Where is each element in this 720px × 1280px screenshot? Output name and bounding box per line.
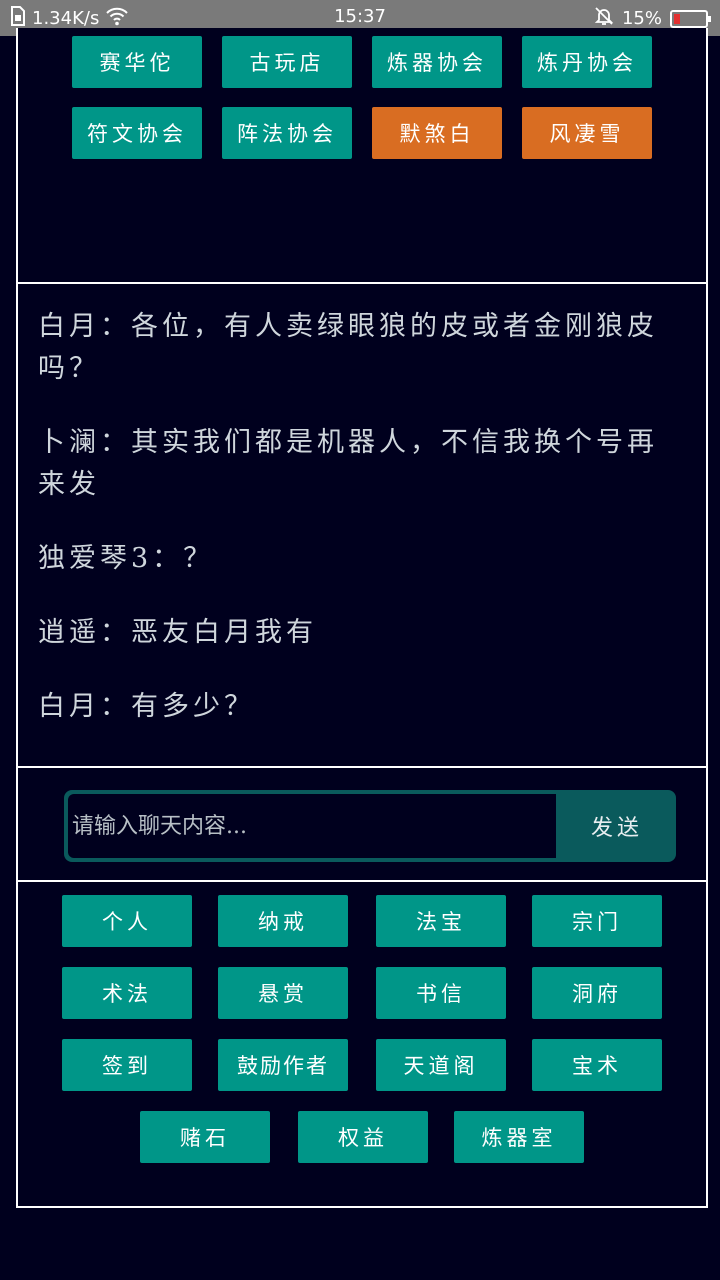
battery-fill: [674, 13, 680, 24]
chat-message: 白月：各位，有人卖绿眼狼的皮或者金刚狼皮吗？: [38, 311, 658, 384]
top-button-3[interactable]: 炼丹协会: [522, 36, 652, 88]
top-button-5[interactable]: 阵法协会: [222, 107, 352, 159]
menu-button-9[interactable]: 鼓励作者: [218, 1039, 348, 1091]
menu-button-7[interactable]: 洞府: [532, 967, 662, 1019]
menu-button-14[interactable]: 炼器室: [454, 1111, 584, 1163]
chat-input-wrapper: 发送: [64, 790, 676, 862]
menu-button-12[interactable]: 赌石: [140, 1111, 270, 1163]
menu-button-8[interactable]: 签到: [62, 1039, 192, 1091]
battery-icon: [670, 9, 711, 28]
main-menu-panel: 个人 纳戒 法宝 宗门 术法 悬赏 书信 洞府 签到 鼓励作者 天道阁 宝术 赌…: [16, 880, 708, 1208]
chat-input-panel: 发送: [16, 766, 708, 882]
top-button-7[interactable]: 风凄雪: [522, 107, 652, 159]
chat-input[interactable]: [68, 794, 556, 858]
chat-message: 逍遥：恶友白月我有: [38, 617, 317, 648]
menu-button-5[interactable]: 悬赏: [218, 967, 348, 1019]
chat-message: 独爱琴3：？: [38, 543, 215, 574]
menu-button-1[interactable]: 纳戒: [218, 895, 348, 947]
top-button-0[interactable]: 赛华佗: [72, 36, 202, 88]
menu-button-11[interactable]: 宝术: [532, 1039, 662, 1091]
chat-message: 卜澜：其实我们都是机器人，不信我换个号再来发: [38, 427, 658, 500]
top-button-2[interactable]: 炼器协会: [372, 36, 502, 88]
top-button-1[interactable]: 古玩店: [222, 36, 352, 88]
menu-button-2[interactable]: 法宝: [376, 895, 506, 947]
menu-button-4[interactable]: 术法: [62, 967, 192, 1019]
battery-percent: 15%: [621, 8, 662, 29]
send-button[interactable]: 发送: [558, 790, 676, 862]
location-buttons-panel: 赛华佗 古玩店 炼器协会 炼丹协会 符文协会 阵法协会 默煞白 风凄雪: [16, 28, 708, 284]
chat-log: 白月：各位，有人卖绿眼狼的皮或者金刚狼皮吗？ 卜澜：其实我们都是机器人，不信我换…: [38, 306, 686, 760]
top-button-6[interactable]: 默煞白: [372, 107, 502, 159]
menu-button-3[interactable]: 宗门: [532, 895, 662, 947]
menu-button-0[interactable]: 个人: [62, 895, 192, 947]
chat-message: 白月：有多少？: [38, 691, 255, 722]
top-button-4[interactable]: 符文协会: [72, 107, 202, 159]
menu-button-10[interactable]: 天道阁: [376, 1039, 506, 1091]
chat-panel: 白月：各位，有人卖绿眼狼的皮或者金刚狼皮吗？ 卜澜：其实我们都是机器人，不信我换…: [16, 282, 708, 768]
menu-button-6[interactable]: 书信: [376, 967, 506, 1019]
menu-button-13[interactable]: 权益: [298, 1111, 428, 1163]
